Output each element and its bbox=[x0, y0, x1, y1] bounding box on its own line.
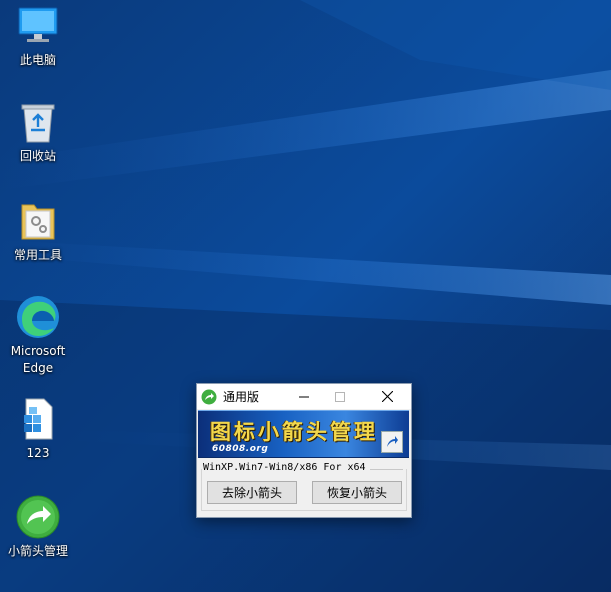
maximize-icon bbox=[335, 391, 345, 402]
recycle-bin-icon bbox=[14, 98, 62, 146]
app-icon bbox=[201, 389, 217, 404]
desktop-icon-label: 小箭头管理 bbox=[7, 544, 68, 558]
desktop-icon-123[interactable]: 123 bbox=[1, 395, 75, 462]
version-text: WinXP.Win7-Win8/x86 For x64 bbox=[203, 462, 370, 473]
desktop-icon-label: Microsoft Edge bbox=[10, 344, 66, 375]
app-banner: 图标小箭头管理 60808.org bbox=[198, 410, 409, 458]
close-button[interactable] bbox=[370, 384, 404, 409]
window-title: 通用版 bbox=[223, 390, 260, 404]
desktop-icon-arrow-manager[interactable]: 小箭头管理 bbox=[1, 493, 75, 560]
registry-file-icon bbox=[14, 395, 62, 443]
maximize-button[interactable] bbox=[323, 384, 357, 409]
edge-icon bbox=[14, 293, 62, 341]
desktop-icon-this-pc[interactable]: 此电脑 bbox=[1, 2, 75, 69]
restore-arrow-button[interactable]: 恢复小箭头 bbox=[312, 481, 402, 504]
desktop-icon-edge[interactable]: Microsoft Edge bbox=[1, 293, 75, 377]
desktop-icon-label: 此电脑 bbox=[19, 53, 56, 67]
desktop-icon-recycle-bin[interactable]: 回收站 bbox=[1, 98, 75, 165]
computer-icon bbox=[14, 2, 62, 50]
desktop-icon-label: 常用工具 bbox=[13, 248, 62, 262]
desktop-icon-label: 回收站 bbox=[19, 149, 56, 163]
banner-title: 图标小箭头管理 bbox=[210, 419, 378, 444]
shortcut-arrow-icon bbox=[381, 431, 403, 453]
minimize-icon bbox=[299, 396, 309, 397]
green-arrow-icon bbox=[14, 493, 62, 541]
arrow-manager-window: 通用版 图标小箭头管理 60808.org WinXP.Win7-Win8/x8… bbox=[196, 383, 412, 518]
version-caption: WinXP.Win7-Win8/x86 For x64 bbox=[203, 462, 403, 478]
folder-icon bbox=[14, 197, 62, 245]
remove-arrow-button[interactable]: 去除小箭头 bbox=[207, 481, 297, 504]
desktop-icon-tools-folder[interactable]: 常用工具 bbox=[1, 197, 75, 264]
banner-site: 60808.org bbox=[212, 444, 269, 454]
minimize-button[interactable] bbox=[287, 384, 321, 409]
close-icon bbox=[381, 391, 393, 402]
window-titlebar[interactable]: 通用版 bbox=[197, 384, 411, 409]
desktop-icon-label: 123 bbox=[26, 446, 50, 460]
